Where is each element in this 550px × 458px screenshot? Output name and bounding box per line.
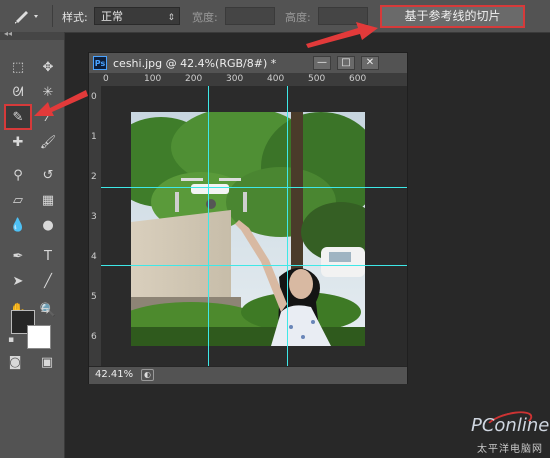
photoshop-icon: Ps [93,56,107,70]
ruler-v-tick: 1 [91,132,97,142]
annotation-arrow-icon [306,22,378,48]
up-down-arrow-icon: ⇕ [167,13,175,23]
document-canvas[interactable] [101,86,407,366]
toolbox-collapse-bar[interactable]: ◂◂ [0,29,64,40]
ruler-h-tick: 600 [349,74,367,84]
options-bar: 样式: 正常 ⇕ 宽度: 高度: 基于参考线的切片 [0,0,550,33]
status-info-icon[interactable]: ◐ [141,369,154,381]
horizontal-guide-1[interactable] [101,187,407,188]
slice-tool[interactable]: ✎ [4,104,32,130]
eraser-tool[interactable]: ▱ [6,189,30,211]
ruler-v-tick: 5 [91,292,97,302]
document-status-bar: 42.41% ◐ [89,366,407,384]
options-separator [52,5,53,27]
minimize-button[interactable]: — [313,56,331,70]
pen-tool[interactable]: ✒ [6,245,30,267]
ruler-h-tick: 0 [103,74,109,84]
width-label: 宽度: [192,11,218,24]
photo-image [131,112,365,346]
ruler-origin[interactable] [89,73,101,86]
slice-tool-preset-picker[interactable] [12,7,42,25]
default-colors-icon[interactable]: ▪ [4,334,18,346]
ruler-v-tick: 3 [91,212,97,222]
vertical-guide-2[interactable] [287,86,288,366]
watermark-tagline: 太平洋电脑网 [477,444,543,455]
ruler-h-tick: 100 [144,74,162,84]
annotation-arrow-tool-icon [34,90,88,116]
document-window: Ps ceshi.jpg @ 42.4%(RGB/8#) * — □ ✕ 0 10… [88,52,408,384]
line-tool[interactable]: ╱ [36,270,60,292]
photo-illustration [131,112,365,346]
style-select[interactable]: 正常 ⇕ [94,7,180,25]
type-tool[interactable]: T [36,245,60,267]
ruler-h-tick: 300 [226,74,244,84]
dodge-tool[interactable]: ● [36,214,60,236]
zoom-level[interactable]: 42.41% [95,369,133,380]
horizontal-ruler[interactable]: 0 100 200 300 400 500 600 [101,73,407,87]
healing-brush-tool[interactable]: ✚ [6,131,30,153]
history-brush-tool[interactable]: ↺ [36,164,60,186]
swap-colors-icon[interactable]: ⇆ [38,304,52,316]
ruler-h-tick: 400 [267,74,285,84]
document-titlebar[interactable]: Ps ceshi.jpg @ 42.4%(RGB/8#) * — □ ✕ [89,53,407,73]
screen-mode-icon[interactable]: ▣ [38,354,56,370]
pconline-watermark: PConline 太平洋电脑网 [463,407,550,455]
clone-stamp-tool[interactable]: ⚲ [6,164,30,186]
gradient-tool[interactable]: ▦ [36,189,60,211]
lasso-tool[interactable]: ᘛ [6,81,30,103]
path-selection-tool[interactable]: ➤ [6,270,30,292]
blur-tool[interactable]: 💧 [6,214,30,236]
brush-tool[interactable]: 🖌 [36,131,60,153]
ruler-h-tick: 500 [308,74,326,84]
close-button[interactable]: ✕ [361,56,379,70]
background-color-swatch[interactable] [27,325,51,349]
vertical-guide-1[interactable] [208,86,209,366]
marquee-tool[interactable]: ⬚ [6,56,30,78]
slices-from-guides-button[interactable]: 基于参考线的切片 [380,5,525,28]
quick-mask-icon[interactable]: ◙ [6,354,24,370]
width-input[interactable] [225,7,275,25]
horizontal-guide-2[interactable] [101,265,407,266]
ruler-v-tick: 2 [91,172,97,182]
watermark-brand: PConline [471,415,550,436]
document-title: ceshi.jpg @ 42.4%(RGB/8#) * [113,57,277,70]
slice-tool-icon [15,11,38,24]
ruler-v-tick: 4 [91,252,97,262]
ruler-v-tick: 0 [91,92,97,102]
move-tool[interactable]: ✥ [36,56,60,78]
ruler-v-tick: 6 [91,332,97,342]
ruler-h-tick: 200 [185,74,203,84]
style-select-value: 正常 [101,10,123,23]
collapse-icon: ◂◂ [4,29,13,38]
maximize-button[interactable]: □ [337,56,355,70]
style-label: 样式: [62,11,88,24]
